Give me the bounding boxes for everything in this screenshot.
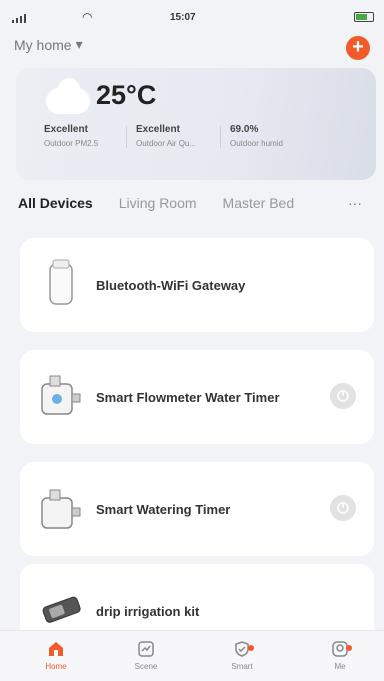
metric-value: Excellent: [44, 124, 88, 135]
room-tabs: All Devices Living Room Master Bed ···: [18, 195, 362, 211]
metric-label: Outdoor PM2.5: [44, 139, 99, 148]
water-timer-icon: [41, 375, 81, 415]
signal-icon: [12, 14, 26, 23]
chevron-down-icon: ▾: [75, 36, 83, 52]
power-icon: [337, 502, 349, 514]
tab-scene[interactable]: Scene: [116, 639, 176, 671]
home-label: My home: [14, 36, 72, 53]
device-card-watering-timer[interactable]: Smart Watering Timer: [20, 462, 374, 556]
metric-air-quality: Excellent Outdoor Air Qu...: [136, 124, 196, 148]
notification-dot: [346, 645, 352, 651]
home-icon: [49, 642, 63, 656]
metric-value: Excellent: [136, 124, 180, 135]
divider: [220, 126, 221, 148]
tab-all-devices[interactable]: All Devices: [18, 195, 93, 211]
weather-card: 25°C Excellent Outdoor PM2.5 Excellent O…: [16, 68, 376, 180]
tab-living-room[interactable]: Living Room: [119, 195, 197, 211]
status-right: [350, 12, 374, 22]
tab-label: Me: [334, 662, 346, 671]
tab-smart[interactable]: Smart: [212, 639, 272, 671]
device-card-gateway[interactable]: Bluetooth-WiFi Gateway: [20, 238, 374, 332]
wifi-icon: ◠: [82, 10, 93, 24]
metric-value: 69.0%: [230, 124, 259, 135]
metric-humidity: 69.0% Outdoor humid: [230, 124, 283, 148]
tab-label: Smart: [231, 662, 253, 671]
add-device-button[interactable]: +: [346, 36, 370, 60]
cloud-icon: [46, 78, 90, 114]
metric-label: Outdoor humid: [230, 139, 283, 148]
tab-home[interactable]: Home: [26, 639, 86, 671]
device-name: Bluetooth-WiFi Gateway: [96, 278, 246, 293]
gateway-icon: [49, 259, 73, 305]
metric-label: Outdoor Air Qu...: [136, 139, 197, 148]
temperature: 25°C: [96, 80, 157, 110]
battery-icon: [354, 12, 374, 22]
notification-dot: [248, 645, 254, 651]
power-button[interactable]: [330, 383, 356, 409]
divider: [126, 126, 127, 148]
tab-label: Home: [45, 662, 67, 671]
status-time: 15:07: [170, 12, 196, 23]
device-name: Smart Watering Timer: [96, 502, 231, 517]
tab-me[interactable]: Me: [310, 639, 370, 671]
device-card-flowmeter[interactable]: Smart Flowmeter Water Timer: [20, 350, 374, 444]
more-rooms-icon[interactable]: ···: [348, 195, 362, 211]
tab-label: Scene: [134, 662, 158, 671]
watering-timer-icon: [41, 489, 81, 529]
home-selector[interactable]: My home ▾: [14, 36, 83, 53]
device-name: Smart Flowmeter Water Timer: [96, 390, 280, 405]
device-name: drip irrigation kit: [96, 604, 200, 619]
power-button[interactable]: [330, 495, 356, 521]
scene-icon: [138, 641, 154, 657]
bottom-tab-bar: Home Scene Smart Me: [0, 630, 384, 681]
metric-pm25: Excellent Outdoor PM2.5: [44, 124, 98, 148]
status-bar: ◠ 15:07: [0, 0, 384, 34]
power-icon: [337, 390, 349, 402]
tab-master-bed[interactable]: Master Bed: [223, 195, 295, 211]
